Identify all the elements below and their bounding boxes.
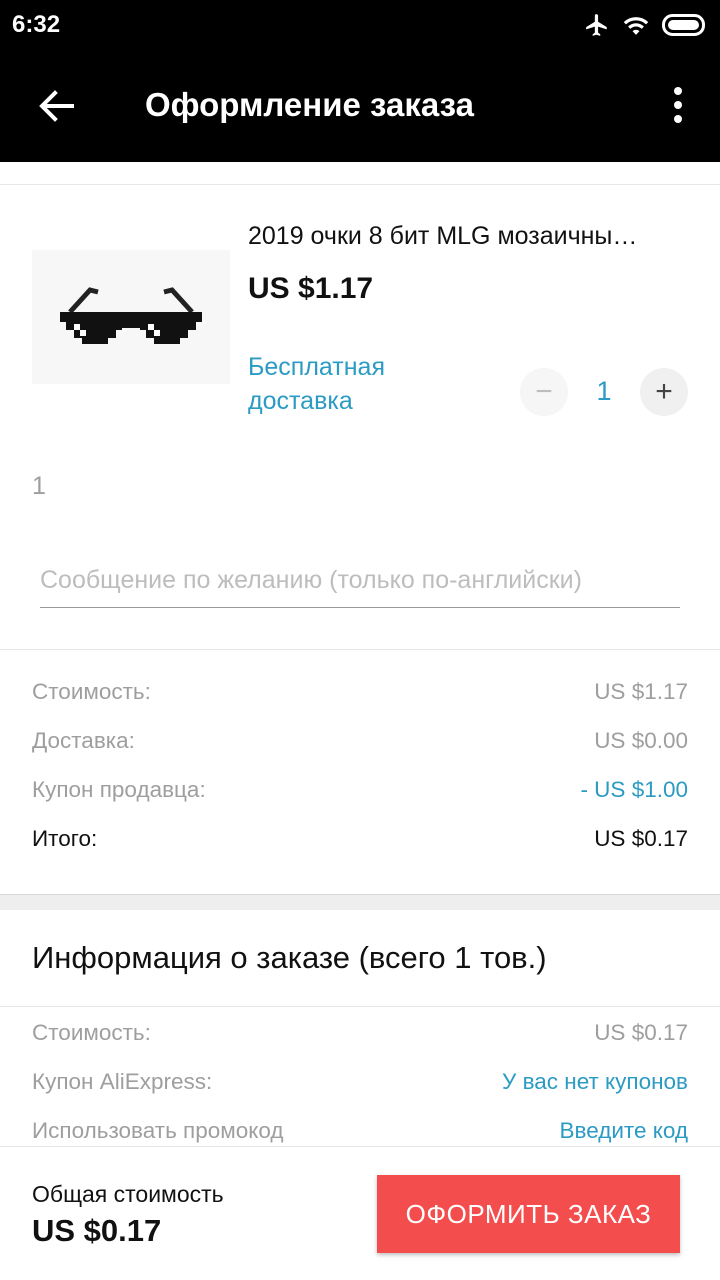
status-time: 6:32 — [12, 11, 61, 38]
summary-value: US $1.17 — [594, 679, 688, 704]
summary-label: Стоимость: — [32, 679, 151, 704]
plus-icon: + — [655, 375, 673, 408]
divider — [0, 1006, 720, 1007]
product-image[interactable] — [32, 250, 230, 384]
enter-promo-code-link[interactable]: Введите код — [560, 1118, 689, 1144]
summary-value: US $0.00 — [594, 728, 688, 753]
wifi-icon — [622, 13, 650, 37]
airplane-icon — [584, 12, 610, 38]
product-title[interactable]: 2019 очки 8 бит MLG мозаичны… — [248, 222, 688, 251]
place-order-button[interactable]: ОФОРМИТЬ ЗАКАЗ — [377, 1175, 680, 1253]
aliexpress-coupon-link[interactable]: У вас нет купонов — [502, 1069, 688, 1095]
quantity-stepper: − 1 + — [520, 368, 690, 418]
order-value: US $0.17 — [594, 1020, 688, 1045]
status-icons — [584, 12, 708, 38]
order-label: Стоимость: — [32, 1020, 151, 1045]
summary-row-total: Итого: US $0.17 — [32, 826, 688, 852]
minus-icon: − — [535, 375, 553, 408]
arrow-left-icon — [38, 89, 74, 127]
item-count-note: 1 — [32, 472, 46, 500]
battery-icon — [662, 14, 708, 36]
checkout-bar: Общая стоимость US $0.17 ОФОРМИТЬ ЗАКАЗ — [0, 1146, 720, 1280]
increase-quantity-button[interactable]: + — [640, 368, 688, 416]
shipping-option[interactable]: Бесплатная доставка — [248, 350, 468, 418]
pixel-glasses-icon — [60, 287, 202, 344]
product-price: US $1.17 — [248, 272, 374, 305]
quantity-value: 1 — [596, 376, 612, 406]
message-placeholder: Сообщение по желанию (только по-английск… — [40, 566, 582, 594]
divider — [0, 649, 720, 650]
order-row-cost: Стоимость: US $0.17 — [32, 1020, 688, 1046]
decrease-quantity-button[interactable]: − — [520, 368, 568, 416]
section-separator — [0, 894, 720, 910]
more-options-button[interactable] — [664, 82, 692, 132]
order-row-aliexpress-coupon[interactable]: Купон AliExpress: У вас нет купонов — [32, 1069, 688, 1095]
page-title: Оформление заказа — [145, 86, 474, 123]
order-row-promo-code[interactable]: Использовать промокод Введите код — [32, 1118, 688, 1144]
app-bar: Оформление заказа — [0, 52, 720, 162]
seller-coupon-value[interactable]: - US $1.00 — [580, 777, 688, 803]
summary-label: Доставка: — [32, 728, 135, 753]
summary-row-shipping: Доставка: US $0.00 — [32, 728, 688, 754]
order-info-title: Информация о заказе (всего 1 тов.) — [32, 940, 547, 975]
order-label: Использовать промокод — [32, 1118, 284, 1143]
back-button[interactable] — [26, 80, 86, 136]
summary-value: US $0.17 — [594, 826, 688, 851]
divider — [0, 184, 720, 185]
summary-label: Купон продавца: — [32, 777, 206, 802]
status-bar: 6:32 — [0, 0, 720, 52]
summary-row-seller-coupon[interactable]: Купон продавца: - US $1.00 — [32, 777, 688, 803]
summary-row-cost: Стоимость: US $1.17 — [32, 679, 688, 705]
summary-label: Итого: — [32, 826, 98, 851]
total-label: Общая стоимость — [32, 1181, 224, 1207]
total-value: US $0.17 — [32, 1213, 162, 1248]
more-vert-icon — [673, 86, 683, 128]
seller-message-input[interactable]: Сообщение по желанию (только по-английск… — [40, 560, 680, 608]
order-label: Купон AliExpress: — [32, 1069, 213, 1094]
